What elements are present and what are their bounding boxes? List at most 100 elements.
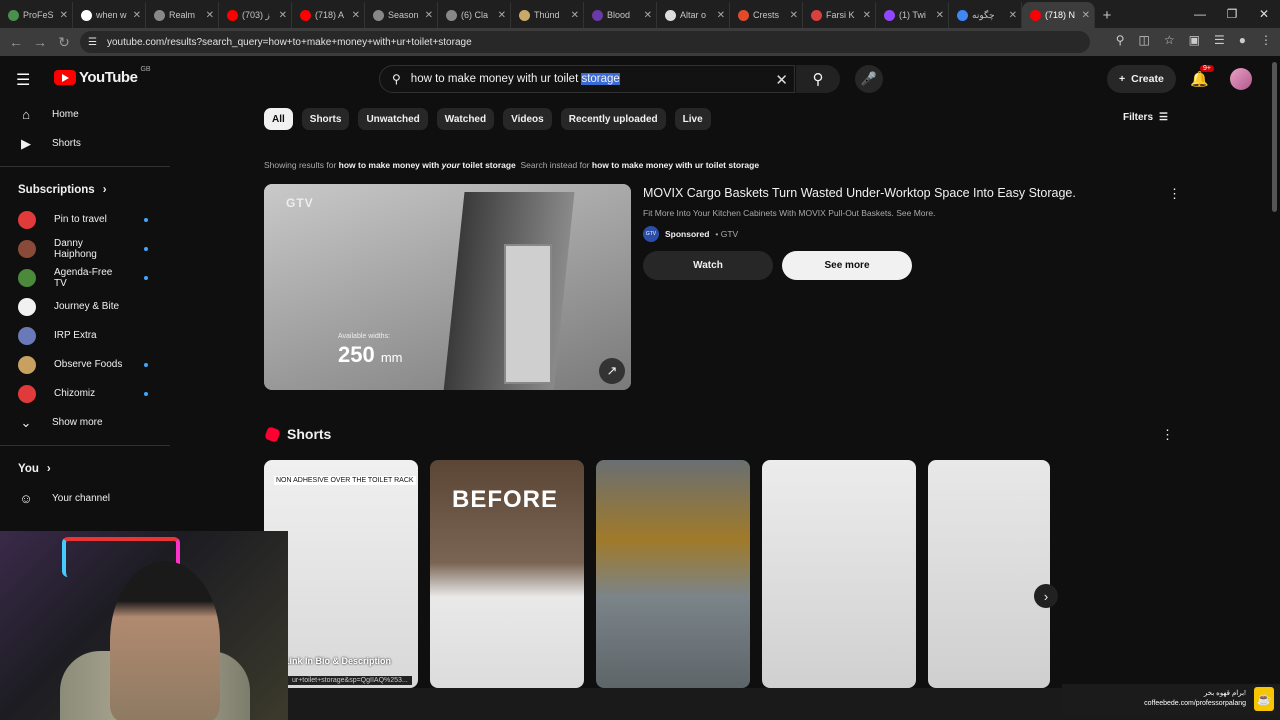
browser-tab[interactable]: Crests ✕ xyxy=(730,2,803,28)
filter-chip[interactable]: All xyxy=(264,108,293,130)
original-query-link[interactable]: how to make money with ur toilet storage xyxy=(592,160,759,170)
tab-close-icon[interactable]: ✕ xyxy=(133,10,141,21)
search-input[interactable]: ⚲ how to make money with ur toilet stora… xyxy=(379,65,795,93)
browser-tab[interactable]: چگونه ✕ xyxy=(949,2,1022,28)
sidebar-channel-item[interactable]: Chizomiz xyxy=(0,379,170,408)
zoom-icon[interactable]: ⚲ xyxy=(1116,33,1125,47)
minimize-icon[interactable]: — xyxy=(1184,7,1216,21)
url-bar[interactable]: ☰ youtube.com/results?search_query=how+t… xyxy=(80,31,1090,53)
home-icon: ⌂ xyxy=(22,107,30,122)
filter-chip[interactable]: Live xyxy=(674,108,711,130)
back-icon[interactable]: ← xyxy=(4,34,28,50)
shorts-more-icon[interactable]: ⋮ xyxy=(1161,427,1174,443)
bookmark-star-icon[interactable]: ☆ xyxy=(1164,33,1175,47)
tab-title: Realm xyxy=(169,10,196,20)
filter-chip[interactable]: Unwatched xyxy=(358,108,428,130)
search-button[interactable]: ⚲ xyxy=(796,65,840,93)
scrollbar[interactable] xyxy=(1272,62,1277,212)
forward-icon[interactable]: → xyxy=(28,34,52,50)
browser-tab[interactable]: Realm ✕ xyxy=(146,2,219,28)
ad-more-icon[interactable]: ⋮ xyxy=(1168,186,1181,202)
voice-search-button[interactable]: 🎤 xyxy=(855,65,883,93)
media-icon[interactable]: ☰ xyxy=(1214,33,1225,47)
ad-channel-avatar[interactable]: GTV xyxy=(643,226,659,242)
corrected-query-link[interactable]: how to make money with your toilet stora… xyxy=(339,160,516,170)
sidebar-item-label: Home xyxy=(52,109,79,120)
tab-close-icon[interactable]: ✕ xyxy=(717,10,725,21)
sidebar-channel-item[interactable]: IRP Extra xyxy=(0,321,170,350)
tab-close-icon[interactable]: ✕ xyxy=(425,10,433,21)
ad-title[interactable]: MOVIX Cargo Baskets Turn Wasted Under-Wo… xyxy=(643,186,1076,200)
sidebar-subscriptions-heading[interactable]: Subscriptions › xyxy=(0,175,170,205)
browser-tab[interactable]: (718) N ✕ xyxy=(1022,2,1095,28)
browser-tab[interactable]: Farsi K ✕ xyxy=(803,2,876,28)
short-card[interactable] xyxy=(928,460,1050,688)
sidebar-item-your-channel[interactable]: ☺ Your channel xyxy=(0,484,170,513)
browser-tab[interactable]: Season ✕ xyxy=(365,2,438,28)
browser-tab[interactable]: Thúnd ✕ xyxy=(511,2,584,28)
clear-search-icon[interactable]: ✕ xyxy=(775,71,788,89)
youtube-header: ☰ YouTube GB ⚲ how to make money with ur… xyxy=(0,56,1280,100)
ad-thumbnail[interactable]: GTV Available widths: 250 mm ↗ xyxy=(264,184,631,390)
filter-chip[interactable]: Videos xyxy=(503,108,552,130)
reload-icon[interactable]: ↻ xyxy=(52,34,76,51)
browser-tab[interactable]: ProFeS ✕ xyxy=(0,2,73,28)
new-tab-button[interactable]: + xyxy=(1095,2,1119,28)
tab-close-icon[interactable]: ✕ xyxy=(644,10,652,21)
menu-kebab-icon[interactable]: ⋮ xyxy=(1260,33,1272,47)
sidebar-show-more[interactable]: ⌄ Show more xyxy=(0,408,170,437)
tab-close-icon[interactable]: ✕ xyxy=(206,10,214,21)
external-link-icon[interactable]: ↗ xyxy=(599,358,625,384)
sidebar-item-home[interactable]: ⌂ Home xyxy=(0,100,170,129)
tab-close-icon[interactable]: ✕ xyxy=(1082,10,1090,21)
menu-icon[interactable]: ☰ xyxy=(16,70,34,90)
short-card[interactable] xyxy=(762,460,916,688)
tab-close-icon[interactable]: ✕ xyxy=(498,10,506,21)
browser-tab[interactable]: Blood ✕ xyxy=(584,2,657,28)
sidebar-channel-item[interactable]: Danny Haiphong xyxy=(0,234,170,263)
plus-icon: + xyxy=(1119,73,1126,85)
tab-close-icon[interactable]: ✕ xyxy=(863,10,871,21)
channel-avatar xyxy=(18,384,36,403)
sidebar-channel-item[interactable]: Agenda-Free TV xyxy=(0,263,170,292)
maximize-icon[interactable]: ❐ xyxy=(1216,7,1248,21)
browser-tab[interactable]: when w ✕ xyxy=(73,2,146,28)
extensions-icon[interactable]: ▣ xyxy=(1189,33,1200,47)
site-info-icon[interactable]: ☰ xyxy=(88,37,97,48)
filters-button[interactable]: Filters ☰ xyxy=(1123,112,1168,123)
sidebar-you-heading[interactable]: You › xyxy=(0,454,170,484)
tab-close-icon[interactable]: ✕ xyxy=(571,10,579,21)
profile-icon[interactable]: ● xyxy=(1239,33,1246,47)
sidebar-channel-item[interactable]: Observe Foods xyxy=(0,350,170,379)
close-window-icon[interactable]: ✕ xyxy=(1248,7,1280,21)
browser-tab[interactable]: Altar o ✕ xyxy=(657,2,730,28)
tab-close-icon[interactable]: ✕ xyxy=(279,10,287,21)
microphone-icon: 🎤 xyxy=(860,71,878,86)
browser-toolbar-icons: ⚲ ◫ ☆ ▣ ☰ ● ⋮ xyxy=(1116,33,1272,47)
short-card[interactable]: BEFORE xyxy=(430,460,584,688)
short-card[interactable] xyxy=(596,460,750,688)
ad-watch-button[interactable]: Watch xyxy=(643,251,773,280)
browser-tab[interactable]: (718) A ✕ xyxy=(292,2,365,28)
account-avatar[interactable] xyxy=(1230,68,1252,90)
ad-see-more-button[interactable]: See more xyxy=(782,251,912,280)
tab-close-icon[interactable]: ✕ xyxy=(60,10,68,21)
filter-chip[interactable]: Shorts xyxy=(301,108,350,130)
create-button[interactable]: + Create xyxy=(1107,65,1176,93)
browser-tab[interactable]: ز (703) ✕ xyxy=(219,2,292,28)
filter-chip[interactable]: Watched xyxy=(436,108,495,130)
notifications-button[interactable]: 🔔 9+ xyxy=(1190,65,1214,88)
youtube-logo[interactable]: YouTube GB xyxy=(54,66,151,86)
sidebar-channel-item[interactable]: Journey & Bite xyxy=(0,292,170,321)
tab-close-icon[interactable]: ✕ xyxy=(1009,10,1017,21)
tab-close-icon[interactable]: ✕ xyxy=(936,10,944,21)
sidebar-item-shorts[interactable]: ▶ Shorts xyxy=(0,129,170,158)
cast-icon[interactable]: ◫ xyxy=(1139,33,1150,47)
browser-tab[interactable]: (6) Cla ✕ xyxy=(438,2,511,28)
tab-close-icon[interactable]: ✕ xyxy=(790,10,798,21)
sidebar-channel-item[interactable]: Pin to travel xyxy=(0,205,170,234)
browser-tab[interactable]: (1) Twi ✕ xyxy=(876,2,949,28)
filter-chip[interactable]: Recently uploaded xyxy=(560,108,666,130)
chevron-right-icon[interactable]: › xyxy=(1034,584,1058,608)
tab-close-icon[interactable]: ✕ xyxy=(352,10,360,21)
